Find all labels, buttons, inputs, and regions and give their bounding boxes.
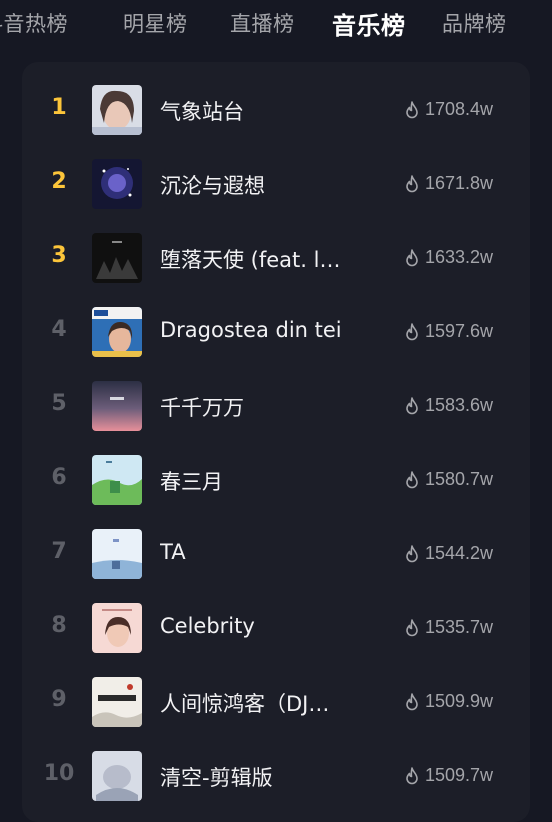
tab-music[interactable]: 音乐榜 — [332, 6, 406, 41]
song-title: 堕落天使 (feat. l… — [160, 248, 341, 272]
album-cover — [92, 233, 142, 283]
song-title: 清空-剪辑版 — [160, 766, 273, 790]
rank-number: 10 — [43, 761, 75, 786]
rank-number: 8 — [51, 613, 67, 638]
song-row-2[interactable]: 2 沉沦与遐想 1671.8w — [0, 147, 552, 221]
heat-value: 1509.7w — [425, 765, 494, 785]
flame-icon — [406, 767, 418, 785]
heat-value: 1633.2w — [425, 247, 494, 267]
album-cover — [92, 529, 142, 579]
album-cover — [92, 307, 142, 357]
heat-value: 1583.6w — [425, 395, 494, 415]
flame-icon — [406, 249, 418, 267]
song-row-1[interactable]: 1 气象站台 1708.4w — [0, 73, 552, 147]
album-cover — [92, 455, 142, 505]
heat-value: 1544.2w — [425, 543, 494, 563]
album-cover — [92, 381, 142, 431]
album-cover — [92, 677, 142, 727]
chart-tab-bar: 抖音热榜 明星榜 直播榜 音乐榜 品牌榜 — [0, 0, 552, 48]
song-title: Dragostea din tei — [160, 318, 342, 342]
song-title: 春三月 — [160, 470, 223, 494]
song-title: 沉沦与遐想 — [160, 174, 265, 198]
flame-icon — [406, 323, 418, 341]
rank-number: 9 — [51, 687, 67, 712]
rank-number: 6 — [51, 465, 67, 490]
rank-number: 1 — [51, 95, 67, 120]
song-row-5[interactable]: 5 千千万万 1583.6w — [0, 369, 552, 443]
flame-icon — [406, 397, 418, 415]
flame-icon — [406, 693, 418, 711]
song-row-10[interactable]: 10 清空-剪辑版 1509.7w — [0, 739, 552, 813]
heat-value: 1535.7w — [425, 617, 494, 637]
heat-value: 1708.4w — [425, 99, 494, 119]
tab-celebrity[interactable]: 明星榜 — [123, 8, 188, 38]
rank-number: 3 — [51, 243, 67, 268]
rank-number: 2 — [51, 169, 67, 194]
heat-value: 1580.7w — [425, 469, 494, 489]
flame-icon — [406, 619, 418, 637]
song-row-8[interactable]: 8 Celebrity 1535.7w — [0, 591, 552, 665]
rank-number: 4 — [51, 317, 67, 342]
tab-brand[interactable]: 品牌榜 — [442, 8, 507, 38]
heat-value: 1597.6w — [425, 321, 494, 341]
album-cover — [92, 603, 142, 653]
song-title: 千千万万 — [160, 396, 244, 420]
tab-douyin-hot[interactable]: 抖音热榜 — [0, 8, 68, 38]
song-title: 气象站台 — [160, 100, 244, 124]
song-row-6[interactable]: 6 春三月 1580.7w — [0, 443, 552, 517]
song-title: TA — [160, 540, 186, 564]
song-row-3[interactable]: 3 堕落天使 (feat. l… 1633.2w — [0, 221, 552, 295]
flame-icon — [406, 545, 418, 563]
rank-number: 7 — [51, 539, 67, 564]
song-title: 人间惊鸿客（DJ… — [160, 692, 330, 716]
tab-live[interactable]: 直播榜 — [230, 8, 295, 38]
album-cover — [92, 85, 142, 135]
album-cover — [92, 751, 142, 801]
flame-icon — [406, 471, 418, 489]
flame-icon — [406, 175, 418, 193]
heat-value: 1671.8w — [425, 173, 494, 193]
heat-value: 1509.9w — [425, 691, 494, 711]
rank-number: 5 — [51, 391, 67, 416]
song-row-7[interactable]: 7 TA 1544.2w — [0, 517, 552, 591]
song-title: Celebrity — [160, 614, 255, 638]
song-row-9[interactable]: 9 人间惊鸿客（DJ… 1509.9w — [0, 665, 552, 739]
album-cover — [92, 159, 142, 209]
song-row-4[interactable]: 4 Dragostea din tei 1597.6w — [0, 295, 552, 369]
flame-icon — [406, 101, 418, 119]
